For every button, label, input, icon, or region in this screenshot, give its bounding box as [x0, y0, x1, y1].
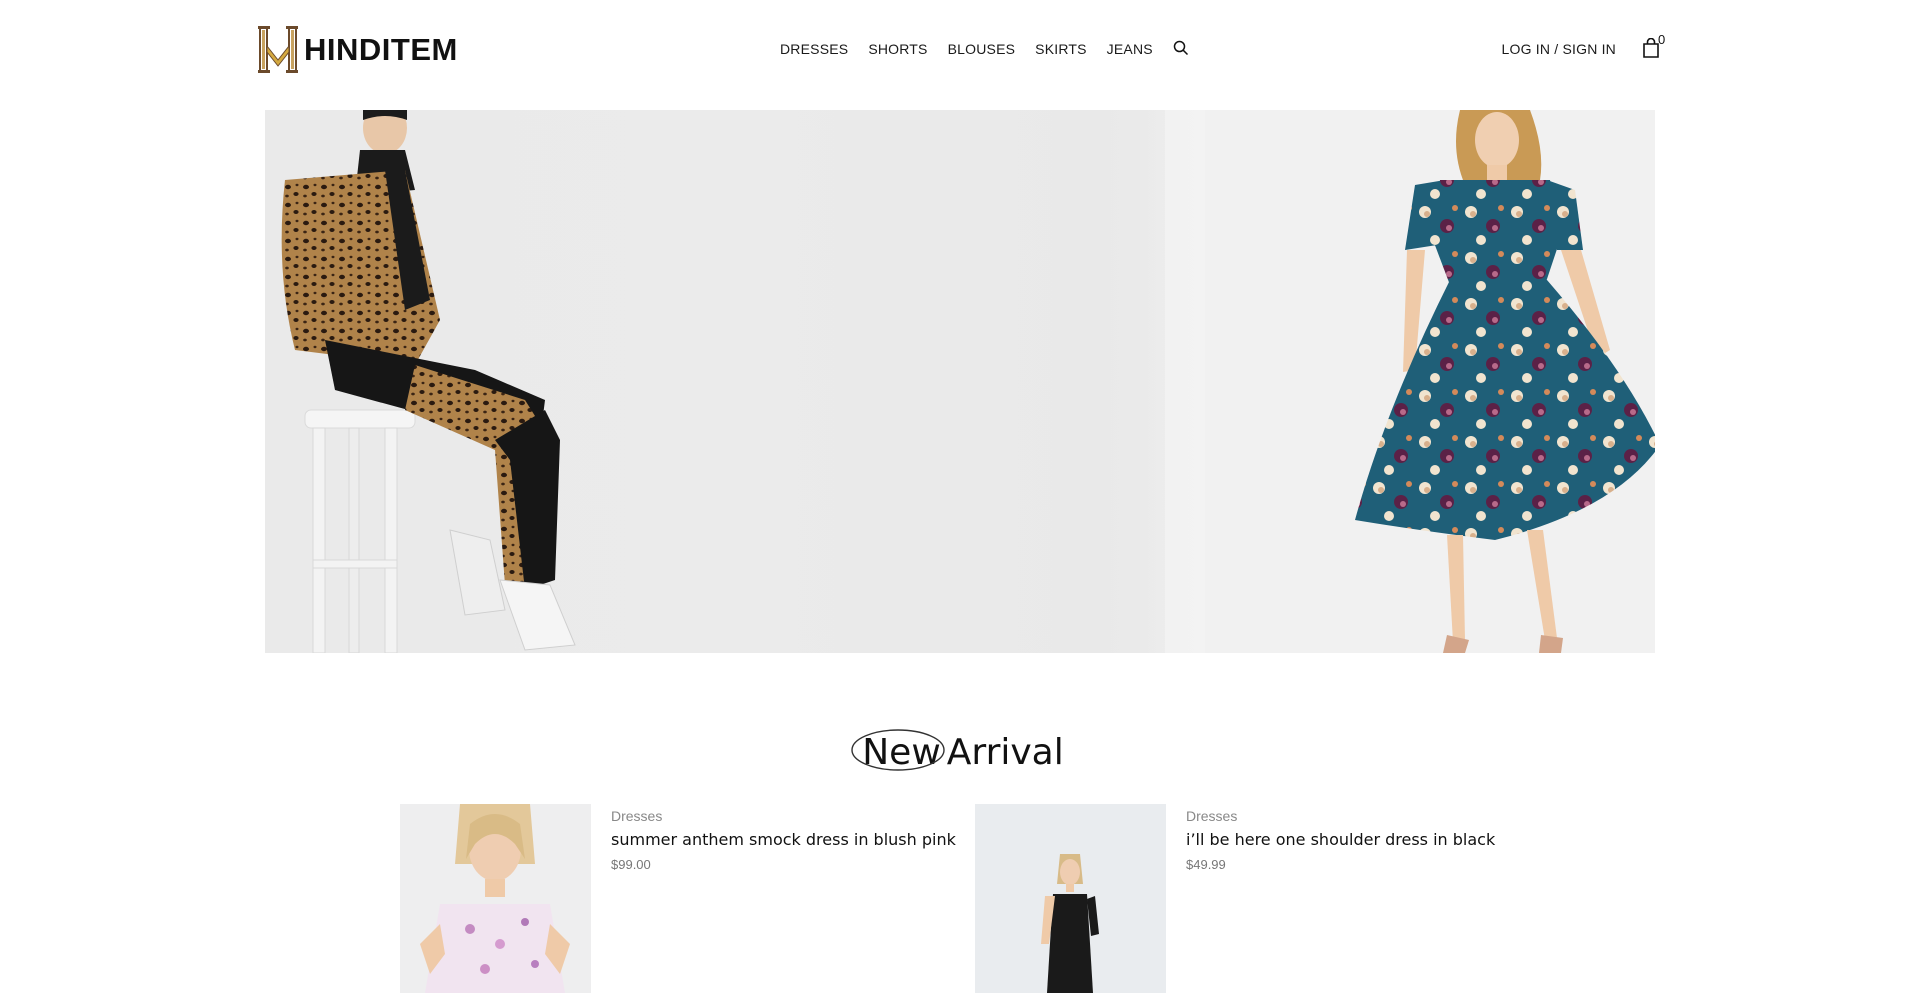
product-image[interactable] [975, 804, 1166, 993]
section-title: New Arrival [0, 729, 1920, 773]
product-name[interactable]: summer anthem smock dress in blush pink [611, 830, 956, 849]
stool [304, 409, 416, 653]
hero-illustration [281, 110, 1655, 653]
ellipse-decoration [851, 729, 945, 771]
site-header: HINDITEM DRESSES SHORTS BLOUSES SKIRTS J… [0, 0, 1920, 100]
brand-logo[interactable]: HINDITEM [258, 26, 458, 73]
logo-mark-icon [258, 26, 298, 73]
main-nav: DRESSES SHORTS BLOUSES SKIRTS JEANS [780, 40, 1191, 58]
product-info: Dresses i’ll be here one shoulder dress … [1186, 804, 1495, 993]
login-link[interactable]: LOG IN / SIGN IN [1502, 41, 1616, 57]
product-info: Dresses summer anthem smock dress in blu… [611, 804, 956, 993]
title-highlight: New [851, 729, 947, 773]
nav-item-jeans[interactable]: JEANS [1107, 41, 1153, 57]
hero-banner[interactable] [265, 110, 1655, 653]
cart-count: 0 [1658, 32, 1666, 47]
account-area: LOG IN / SIGN IN 0 [1502, 32, 1665, 60]
nav-item-dresses[interactable]: DRESSES [780, 41, 848, 57]
search-icon[interactable] [1173, 40, 1191, 58]
product-category[interactable]: Dresses [1186, 808, 1495, 824]
title-second-word: Arrival [946, 732, 1064, 773]
product-price: $99.00 [611, 857, 651, 872]
product-image[interactable] [400, 804, 591, 993]
nav-item-blouses[interactable]: BLOUSES [948, 41, 1016, 57]
product-category[interactable]: Dresses [611, 808, 956, 824]
cart-button[interactable]: 0 [1642, 32, 1665, 60]
product-card[interactable]: Dresses summer anthem smock dress in blu… [400, 804, 956, 993]
nav-item-skirts[interactable]: SKIRTS [1035, 41, 1087, 57]
product-card[interactable]: Dresses i’ll be here one shoulder dress … [975, 804, 1495, 993]
product-price: $49.99 [1186, 857, 1226, 872]
product-name[interactable]: i’ll be here one shoulder dress in black [1186, 830, 1495, 849]
nav-item-shorts[interactable]: SHORTS [868, 41, 927, 57]
brand-name: HINDITEM [304, 31, 458, 67]
